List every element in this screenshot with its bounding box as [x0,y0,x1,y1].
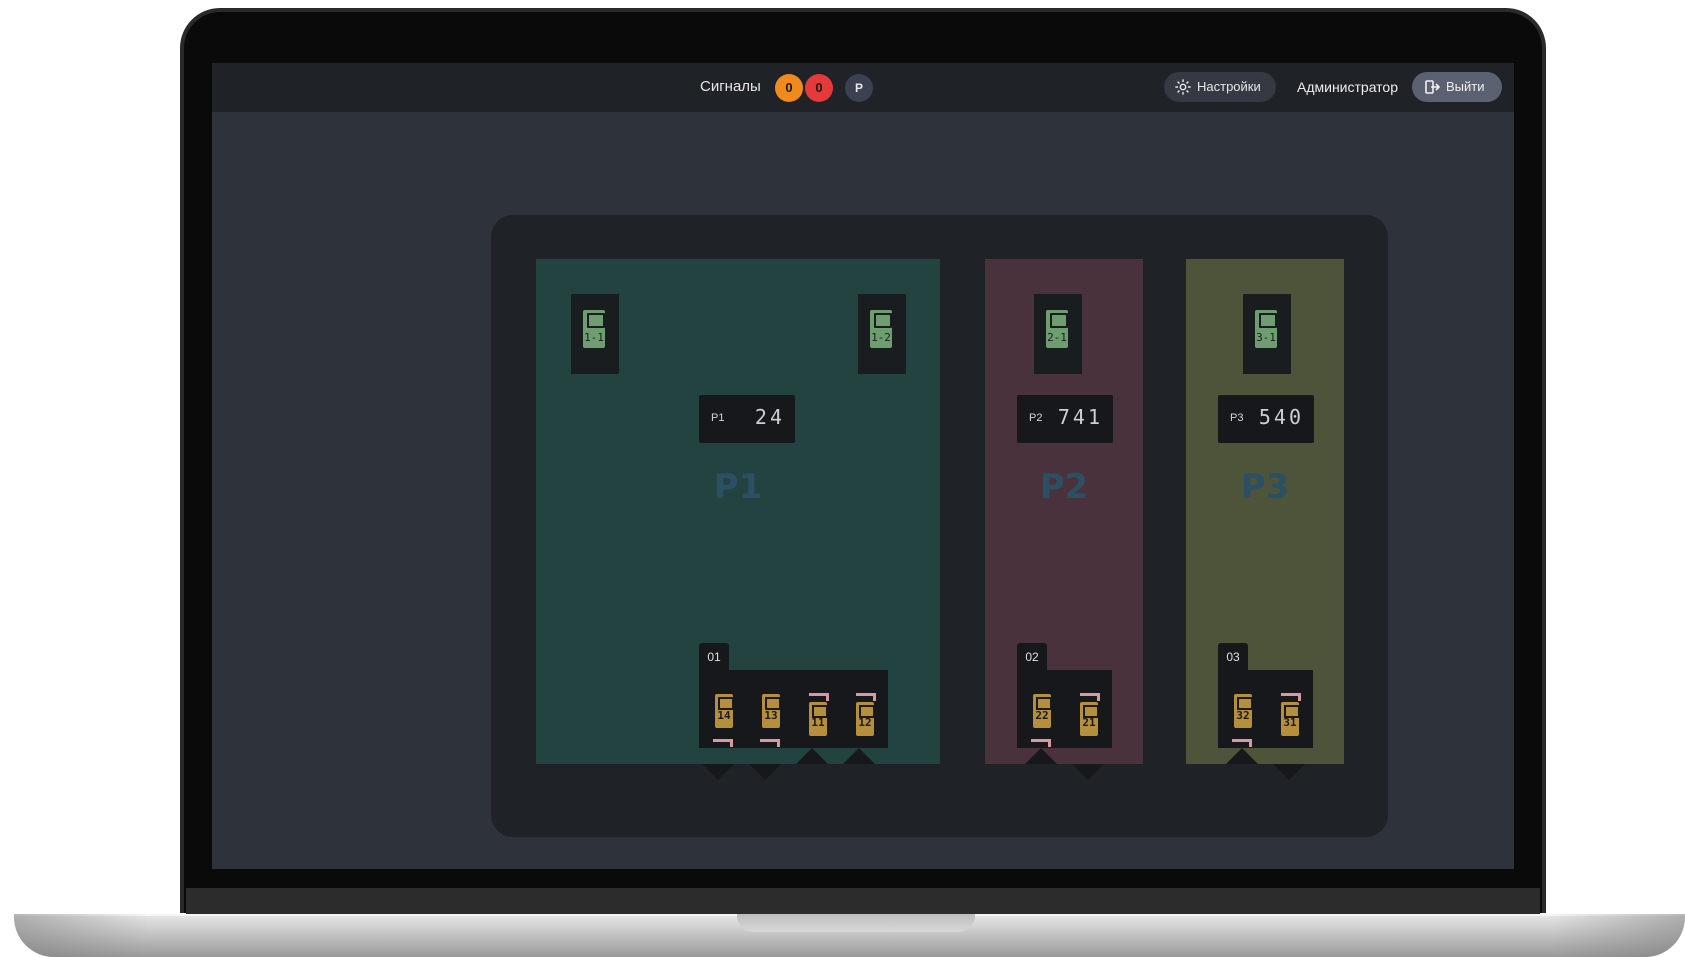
pointer-marker [1273,764,1305,780]
top-bar: Сигналы 0 0 P Настройки Администратор Вы… [212,63,1514,112]
pointer-marker [1072,764,1104,780]
readout-value: 540 [1258,405,1304,429]
camera-lead-icon [760,739,780,747]
logout-icon [1425,80,1440,94]
p-badge[interactable]: P [845,74,873,102]
camera-number: 21 [1082,716,1096,729]
readout-p1[interactable]: P1 24 [699,395,795,443]
camera-number: 14 [717,709,731,722]
camera-31[interactable]: 31 [1269,685,1309,737]
camera-group-01: 14 13 11 12 [699,670,888,748]
camera-lead-icon [713,739,733,747]
gear-icon [1175,79,1191,95]
pointer-marker [796,748,828,764]
group-label: 02 [1017,643,1047,671]
laptop-bezel [186,888,1540,914]
readout-value: 24 [754,405,785,429]
room-p2[interactable]: 2-1 P2 741 P2 02 22 21 [985,259,1143,764]
room-p3[interactable]: 3-1 P3 540 P3 03 32 31 [1186,259,1344,764]
settings-label: Настройки [1197,79,1261,94]
pointer-marker [1025,748,1057,764]
laptop-mockup: Сигналы 0 0 P Настройки Администратор Вы… [0,0,1685,957]
signals-warning-badge[interactable]: 0 [775,74,803,102]
camera-number: 12 [858,716,872,729]
camera-lead-icon [1080,693,1100,701]
sensor-2-1[interactable]: 2-1 [1034,294,1082,374]
signals-label: Сигналы [700,78,761,95]
camera-32[interactable]: 32 [1222,685,1262,747]
readout-value: 741 [1057,405,1103,429]
camera-lead-icon [1031,739,1051,747]
app-screen: Сигналы 0 0 P Настройки Администратор Вы… [212,63,1514,869]
pointer-marker [749,764,781,780]
camera-11[interactable]: 11 [797,685,837,737]
laptop-notch [737,914,975,932]
pointer-marker [1226,748,1258,764]
camera-lead-icon [1232,739,1252,747]
readout-label: P1 [711,412,725,424]
camera-lead-icon [856,693,876,701]
sensor-1-2[interactable]: 1-2 [858,294,906,374]
camera-number: 22 [1035,709,1049,722]
sensor-1-1[interactable]: 1-1 [571,294,619,374]
room-name: P3 [1240,467,1290,507]
pointer-marker [702,764,734,780]
sensor-label: 2-1 [1047,331,1067,344]
sensor-3-1[interactable]: 3-1 [1243,294,1291,374]
floor-plan: 1-1 1-2 P1 24 P1 01 14 13 11 12 2-1 P2 7… [491,215,1388,837]
camera-group-02: 22 21 [1017,670,1112,748]
sensor-label: 1-1 [584,331,604,344]
signals-alarm-badge[interactable]: 0 [805,74,833,102]
readout-p2[interactable]: P2 741 [1017,395,1113,443]
room-p1[interactable]: 1-1 1-2 P1 24 P1 01 14 13 11 12 [536,259,940,764]
settings-button[interactable]: Настройки [1164,72,1276,102]
camera-number: 32 [1236,709,1250,722]
camera-21[interactable]: 21 [1068,685,1108,737]
readout-label: P2 [1029,412,1043,424]
camera-12[interactable]: 12 [844,685,884,737]
room-name: P1 [713,467,763,507]
camera-number: 13 [764,709,778,722]
camera-number: 31 [1283,716,1297,729]
readout-label: P3 [1230,412,1244,424]
sensor-label: 3-1 [1256,331,1276,344]
sensor-label: 1-2 [871,331,891,344]
group-label: 01 [699,643,729,671]
logout-label: Выйти [1446,79,1485,94]
camera-13[interactable]: 13 [750,685,790,747]
camera-22[interactable]: 22 [1021,685,1061,747]
logout-button[interactable]: Выйти [1412,72,1502,102]
group-label: 03 [1218,643,1248,671]
camera-lead-icon [1281,693,1301,701]
camera-lead-icon [809,693,829,701]
user-name: Администратор [1297,79,1399,95]
camera-14[interactable]: 14 [703,685,743,747]
readout-p3[interactable]: P3 540 [1218,395,1314,443]
pointer-marker [843,748,875,764]
room-name: P2 [1039,467,1089,507]
camera-group-03: 32 31 [1218,670,1313,748]
camera-number: 11 [811,716,825,729]
